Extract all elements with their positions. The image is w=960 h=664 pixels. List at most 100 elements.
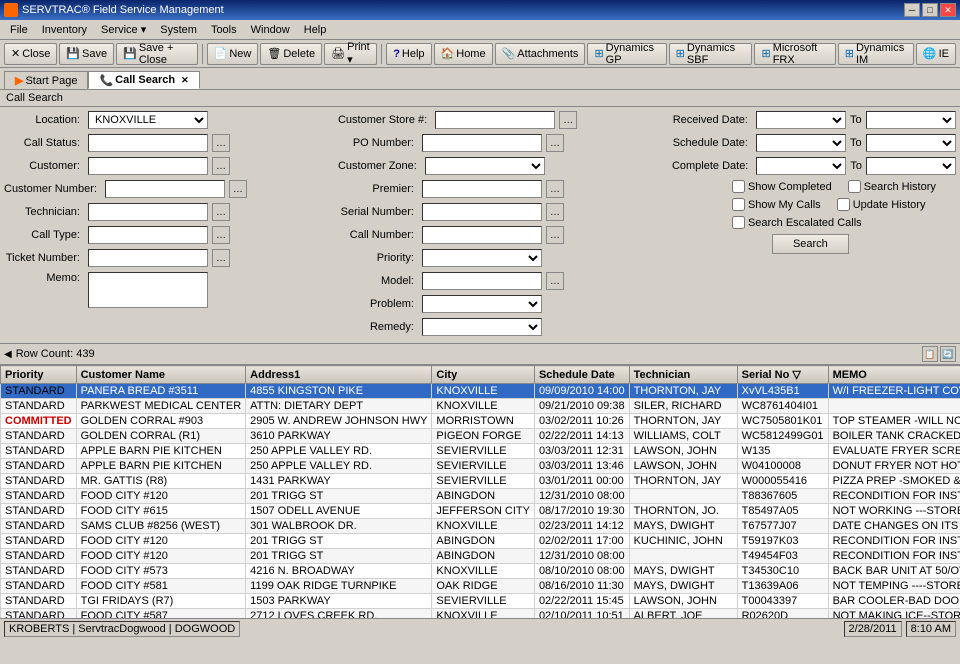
table-row[interactable]: STANDARD PARKWEST MEDICAL CENTER ATTN: D…: [1, 399, 960, 414]
table-row[interactable]: STANDARD GOLDEN CORRAL (R1) 3610 PARKWAY…: [1, 429, 960, 444]
received-date-from[interactable]: [756, 111, 846, 129]
save-button[interactable]: 💾 Save: [59, 43, 114, 65]
table-row[interactable]: STANDARD FOOD CITY #615 1507 ODELL AVENU…: [1, 504, 960, 519]
schedule-date-from[interactable]: [756, 134, 846, 152]
new-button[interactable]: 📄 New: [207, 43, 259, 65]
table-row[interactable]: STANDARD APPLE BARN PIE KITCHEN 250 APPL…: [1, 444, 960, 459]
table-row[interactable]: STANDARD FOOD CITY #587 2712 LOVES CREEK…: [1, 609, 960, 619]
call-status-input[interactable]: [88, 134, 208, 152]
close-button[interactable]: ✕ Close: [4, 43, 57, 65]
remedy-select[interactable]: [422, 318, 542, 336]
premier-lookup-button[interactable]: …: [546, 180, 564, 198]
menu-file[interactable]: File: [4, 23, 34, 37]
show-completed-checkbox[interactable]: [732, 180, 745, 193]
show-my-calls-checkbox[interactable]: [732, 198, 745, 211]
maximize-button[interactable]: □: [922, 3, 938, 17]
model-lookup-button[interactable]: …: [546, 272, 564, 290]
col-header-schedule[interactable]: Schedule Date: [534, 366, 629, 384]
menu-system[interactable]: System: [154, 23, 203, 37]
complete-date-from[interactable]: [756, 157, 846, 175]
menu-service[interactable]: Service ▾: [95, 22, 152, 37]
attachments-button[interactable]: 📎 Attachments: [495, 43, 586, 65]
customer-lookup-button[interactable]: …: [212, 157, 230, 175]
table-row[interactable]: STANDARD APPLE BARN PIE KITCHEN 250 APPL…: [1, 459, 960, 474]
priority-select[interactable]: [422, 249, 542, 267]
col-header-memo[interactable]: MEMO: [828, 366, 960, 384]
location-select[interactable]: KNOXVILLE: [88, 111, 208, 129]
save-close-button[interactable]: 💾 Save + Close: [116, 43, 198, 65]
show-completed-label[interactable]: Show Completed: [732, 180, 832, 193]
col-header-serial[interactable]: Serial No ▽: [737, 366, 828, 384]
microsoft-frx-button[interactable]: ⊞ Microsoft FRX: [754, 43, 835, 65]
col-header-technician[interactable]: Technician: [629, 366, 737, 384]
col-header-address[interactable]: Address1: [246, 366, 432, 384]
menu-window[interactable]: Window: [245, 23, 296, 37]
table-row[interactable]: STANDARD FOOD CITY #120 201 TRIGG ST ABI…: [1, 534, 960, 549]
col-header-city[interactable]: City: [432, 366, 535, 384]
customer-store-lookup-button[interactable]: …: [559, 111, 577, 129]
received-date-to[interactable]: [866, 111, 956, 129]
menu-help[interactable]: Help: [298, 23, 333, 37]
search-history-label[interactable]: Search History: [848, 180, 936, 193]
customer-input[interactable]: [88, 157, 208, 175]
premier-input[interactable]: [422, 180, 542, 198]
table-row[interactable]: STANDARD FOOD CITY #120 201 TRIGG ST ABI…: [1, 549, 960, 564]
minimize-button[interactable]: ─: [904, 3, 920, 17]
call-number-input[interactable]: [422, 226, 542, 244]
table-row[interactable]: STANDARD TGI FRIDAYS (R7) 1503 PARKWAY S…: [1, 594, 960, 609]
tab-start-page[interactable]: ▶ Start Page: [4, 71, 88, 89]
help-button[interactable]: ? Help: [386, 43, 431, 65]
complete-date-to[interactable]: [866, 157, 956, 175]
technician-input[interactable]: [88, 203, 208, 221]
memo-input[interactable]: [88, 272, 208, 308]
ie-button[interactable]: 🌐 IE: [916, 43, 956, 65]
col-header-priority[interactable]: Priority: [1, 366, 77, 384]
update-history-checkbox[interactable]: [837, 198, 850, 211]
dynamics-im-button[interactable]: ⊞ Dynamics IM: [838, 43, 914, 65]
search-escalated-label[interactable]: Search Escalated Calls: [732, 216, 862, 229]
po-number-lookup-button[interactable]: …: [546, 134, 564, 152]
tab-close-button[interactable]: ✕: [181, 75, 189, 86]
search-button[interactable]: Search: [772, 234, 849, 254]
dynamics-gp-button[interactable]: ⊞ Dynamics GP: [587, 43, 666, 65]
customer-zone-select[interactable]: [425, 157, 545, 175]
window-close-button[interactable]: ✕: [940, 3, 956, 17]
delete-button[interactable]: 🗑 Delete: [260, 43, 322, 65]
results-table-wrapper[interactable]: Priority Customer Name Address1 City Sch…: [0, 365, 960, 618]
update-history-label[interactable]: Update History: [837, 198, 926, 211]
technician-lookup-button[interactable]: …: [212, 203, 230, 221]
customer-store-input[interactable]: [435, 111, 555, 129]
dynamics-sbf-button[interactable]: ⊞ Dynamics SBF: [669, 43, 753, 65]
call-type-input[interactable]: [88, 226, 208, 244]
call-type-lookup-button[interactable]: …: [212, 226, 230, 244]
table-row[interactable]: STANDARD PANERA BREAD #3511 4855 KINGSTO…: [1, 384, 960, 399]
print-button[interactable]: 🖨 Print ▾: [324, 43, 377, 65]
search-history-checkbox[interactable]: [848, 180, 861, 193]
schedule-date-to[interactable]: [866, 134, 956, 152]
ticket-number-input[interactable]: [88, 249, 208, 267]
call-number-lookup-button[interactable]: …: [546, 226, 564, 244]
home-button[interactable]: 🏠 Home: [434, 43, 493, 65]
serial-number-lookup-button[interactable]: …: [546, 203, 564, 221]
tab-call-search[interactable]: 📞 Call Search ✕: [88, 71, 199, 89]
back-nav-icon[interactable]: ◀: [4, 349, 12, 360]
refresh-button[interactable]: 🔄: [940, 346, 956, 362]
menu-inventory[interactable]: Inventory: [36, 23, 93, 37]
call-status-lookup-button[interactable]: …: [212, 134, 230, 152]
table-row[interactable]: STANDARD MR. GATTIS (R8) 1431 PARKWAY SE…: [1, 474, 960, 489]
search-escalated-checkbox[interactable]: [732, 216, 745, 229]
table-row[interactable]: STANDARD FOOD CITY #581 1199 OAK RIDGE T…: [1, 579, 960, 594]
ticket-number-lookup-button[interactable]: …: [212, 249, 230, 267]
problem-select[interactable]: [422, 295, 542, 313]
menu-tools[interactable]: Tools: [205, 23, 243, 37]
table-row[interactable]: COMMITTED GOLDEN CORRAL #903 2905 W. AND…: [1, 414, 960, 429]
show-my-calls-label[interactable]: Show My Calls: [732, 198, 821, 211]
col-header-customer[interactable]: Customer Name: [76, 366, 246, 384]
customer-number-lookup-button[interactable]: …: [229, 180, 247, 198]
table-row[interactable]: STANDARD FOOD CITY #120 201 TRIGG ST ABI…: [1, 489, 960, 504]
table-row[interactable]: STANDARD SAMS CLUB #8256 (WEST) 301 WALB…: [1, 519, 960, 534]
po-number-input[interactable]: [422, 134, 542, 152]
serial-number-input[interactable]: [422, 203, 542, 221]
export-button[interactable]: 📋: [922, 346, 938, 362]
table-row[interactable]: STANDARD FOOD CITY #573 4216 N. BROADWAY…: [1, 564, 960, 579]
